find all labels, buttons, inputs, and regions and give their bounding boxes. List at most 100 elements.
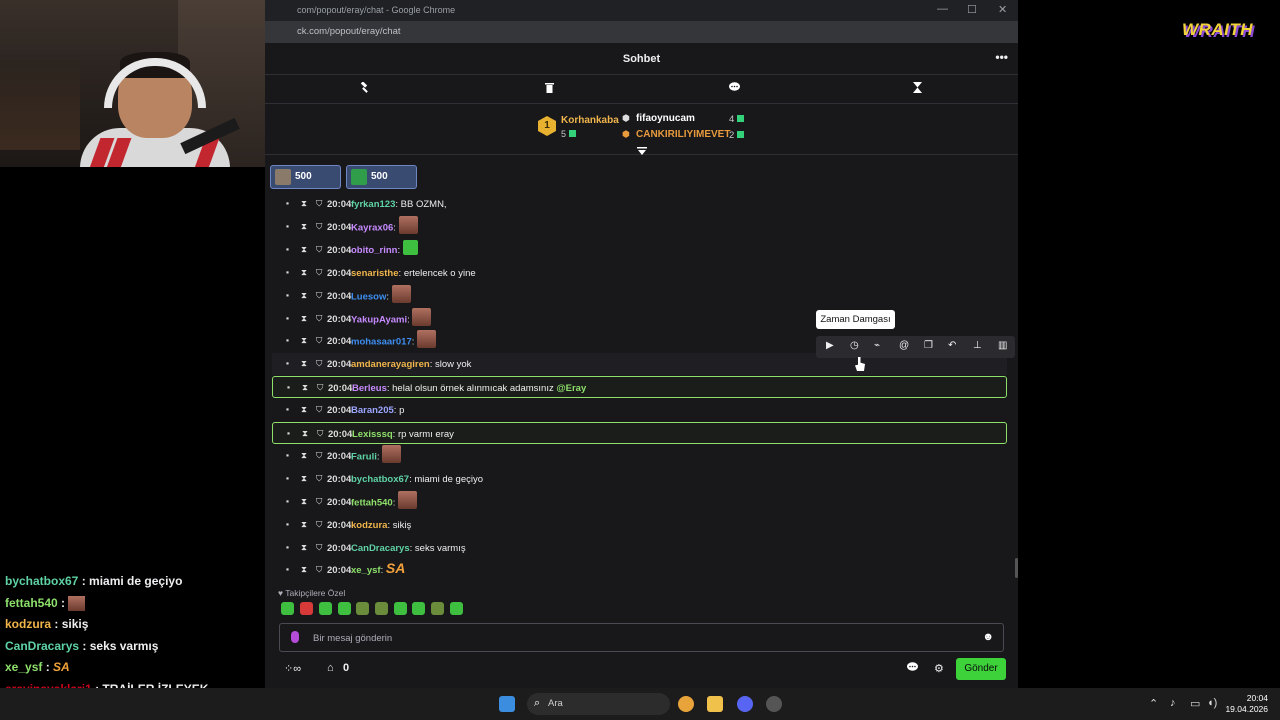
collapse-icon[interactable] bbox=[637, 147, 647, 157]
message-username[interactable]: fyrkan123 bbox=[351, 199, 395, 210]
trash-icon[interactable]: ▪ bbox=[286, 473, 289, 483]
goal-card[interactable]: 500 bbox=[346, 165, 417, 189]
shield-icon[interactable]: ⛉ bbox=[316, 267, 322, 278]
trash-icon[interactable] bbox=[545, 82, 554, 96]
hourglass-icon[interactable]: ⧗ bbox=[301, 450, 307, 461]
shield-icon[interactable]: ⛉ bbox=[316, 244, 322, 255]
hourglass-icon[interactable]: ⧗ bbox=[301, 313, 307, 324]
taskbar-search-text[interactable]: Ara bbox=[548, 698, 563, 709]
settings-gear-icon[interactable]: ⚙ bbox=[934, 662, 944, 675]
shield-icon[interactable]: ⛉ bbox=[316, 496, 322, 507]
goal-card[interactable]: 500 bbox=[270, 165, 341, 189]
leader-second-name[interactable]: fifaoynucam bbox=[636, 113, 695, 124]
emoji-icon[interactable]: ☻ bbox=[982, 631, 994, 643]
hourglass-icon[interactable]: ⧗ bbox=[301, 404, 307, 415]
display-tray-icon[interactable]: ▭ bbox=[1190, 697, 1200, 710]
message-username[interactable]: Lexisssq bbox=[352, 429, 393, 440]
chat-message-row[interactable]: ▪ ⧗ ⛉ 20:04 CanDracarys: seks varmış bbox=[272, 537, 1007, 559]
microphone-icon[interactable] bbox=[291, 631, 299, 643]
shield-icon[interactable]: ⛉ bbox=[316, 335, 322, 346]
leader-third-name[interactable]: CANKIRILIYIMEVET bbox=[636, 129, 730, 140]
chrome-icon[interactable] bbox=[678, 696, 694, 712]
chat-message-row[interactable]: ▪ ⧗ ⛉ 20:04 Faruli: bbox=[272, 444, 1007, 467]
shield-icon[interactable]: ⛉ bbox=[316, 542, 322, 553]
message-username[interactable]: Berleus bbox=[352, 383, 387, 394]
message-username[interactable]: senaristhe bbox=[351, 268, 399, 279]
trash-icon[interactable]: ▪ bbox=[287, 428, 290, 438]
message-username[interactable]: mohasaar017 bbox=[351, 337, 412, 348]
trash-icon[interactable]: ▪ bbox=[286, 198, 289, 208]
pin-icon[interactable]: ⊥ bbox=[973, 340, 982, 351]
clock-icon[interactable]: ◷ bbox=[850, 340, 859, 351]
hourglass-icon[interactable]: ⧗ bbox=[302, 428, 308, 439]
trash-icon[interactable]: ▪ bbox=[286, 290, 289, 300]
trash-icon[interactable]: ▪ bbox=[286, 519, 289, 529]
message-username[interactable]: amdanerayagiren bbox=[351, 359, 430, 370]
chat-message-row[interactable]: ▪ ⧗ ⛉ 20:04 fettah540: bbox=[272, 490, 1007, 513]
trash-icon[interactable]: ▪ bbox=[286, 221, 289, 231]
chat-message-row[interactable]: ▪ ⧗ ⛉ 20:04 Luesow: bbox=[272, 284, 1007, 307]
gavel-icon[interactable] bbox=[360, 81, 371, 96]
taskbar-search[interactable]: ⌕ Ara bbox=[527, 693, 670, 715]
message-mention[interactable]: @Eray bbox=[556, 383, 586, 394]
more-options-button[interactable]: ••• bbox=[995, 50, 1008, 64]
shield-icon[interactable]: ⛉ bbox=[316, 519, 322, 530]
emote-button[interactable] bbox=[281, 602, 294, 615]
shield-icon[interactable]: ⛉ bbox=[316, 450, 322, 461]
chat-bubble-icon[interactable] bbox=[729, 82, 740, 95]
shield-icon[interactable]: ⛉ bbox=[316, 404, 322, 415]
hourglass-icon[interactable]: ⧗ bbox=[301, 244, 307, 255]
address-bar[interactable]: ck.com/popout/eray/chat bbox=[265, 21, 1018, 43]
play-icon[interactable]: ▶ bbox=[826, 340, 834, 351]
hourglass-icon[interactable]: ⧗ bbox=[301, 290, 307, 301]
app-icon[interactable] bbox=[766, 696, 782, 712]
trash-icon[interactable]: ▪ bbox=[286, 496, 289, 506]
message-username[interactable]: Baran205 bbox=[351, 405, 394, 416]
chat-message-row[interactable]: ▪ ⧗ ⛉ 20:04 Kayrax06: bbox=[272, 215, 1007, 238]
chat-message-row[interactable]: ▪ ⧗ ⛉ 20:04 YakupAyami: bbox=[272, 307, 1007, 330]
emote-button[interactable] bbox=[450, 602, 463, 615]
trash-icon[interactable]: ▪ bbox=[287, 382, 290, 392]
message-username[interactable]: xe_ysf bbox=[351, 565, 381, 576]
hourglass-icon[interactable]: ⧗ bbox=[301, 198, 307, 209]
hourglass-icon[interactable]: ⧗ bbox=[301, 542, 307, 553]
trash-icon[interactable]: ▪ bbox=[286, 244, 289, 254]
message-username[interactable]: YakupAyami bbox=[351, 314, 407, 325]
shield-icon[interactable]: ⛉ bbox=[316, 290, 322, 301]
delete-icon[interactable]: ▥ bbox=[998, 340, 1007, 351]
minimize-button[interactable]: — bbox=[937, 3, 948, 15]
hourglass-icon[interactable]: ⧗ bbox=[301, 496, 307, 507]
shield-icon[interactable]: ⛉ bbox=[317, 382, 323, 393]
chat-message-row[interactable]: ▪ ⧗ ⛉ 20:04 senaristhe: ertelencek o yine bbox=[272, 262, 1007, 284]
emote-button[interactable] bbox=[319, 602, 332, 615]
trash-icon[interactable]: ▪ bbox=[286, 267, 289, 277]
hourglass-icon[interactable]: ⧗ bbox=[301, 335, 307, 346]
hourglass-icon[interactable]: ⧗ bbox=[302, 382, 308, 393]
emote-button[interactable] bbox=[375, 602, 388, 615]
chat-message-row[interactable]: ▪ ⧗ ⛉ 20:04 xe_ysf: SA bbox=[272, 559, 1007, 581]
trash-icon[interactable]: ▪ bbox=[286, 450, 289, 460]
chat-message-row[interactable]: ▪ ⧗ ⛉ 20:04 obito_rinn: bbox=[272, 239, 1007, 261]
message-username[interactable]: obito_rinn bbox=[351, 245, 397, 256]
mention-icon[interactable]: @ bbox=[899, 340, 909, 351]
emote-button[interactable] bbox=[356, 602, 369, 615]
leader-first-name[interactable]: Korhankaba bbox=[561, 115, 619, 126]
shield-icon[interactable]: ⛉ bbox=[316, 221, 322, 232]
message-username[interactable]: Luesow bbox=[351, 291, 386, 302]
shield-icon[interactable]: ⛉ bbox=[317, 428, 323, 439]
chat-message-row[interactable]: ▪ ⧗ ⛉ 20:04 bychatbox67: miami de geçiyo bbox=[272, 468, 1007, 490]
shield-icon[interactable]: ⛉ bbox=[316, 198, 322, 209]
trash-icon[interactable]: ▪ bbox=[286, 358, 289, 368]
message-username[interactable]: kodzura bbox=[351, 520, 387, 531]
microphone-tray-icon[interactable]: ♪ bbox=[1170, 697, 1176, 709]
message-username[interactable]: bychatbox67 bbox=[351, 474, 409, 485]
message-username[interactable]: fettah540 bbox=[351, 497, 393, 508]
chat-scrollbar[interactable] bbox=[1015, 558, 1018, 578]
emote-button[interactable] bbox=[300, 602, 313, 615]
system-clock[interactable]: 20:04 19.04.2026 bbox=[1225, 693, 1268, 715]
store-icon[interactable]: ⌂ bbox=[327, 662, 334, 674]
chat-message-row[interactable]: ▪ ⧗ ⛉ 20:04 fyrkan123: BB OZMN, bbox=[272, 193, 1007, 215]
copy-icon[interactable]: ❐ bbox=[924, 340, 933, 351]
hourglass-icon[interactable]: ⧗ bbox=[301, 519, 307, 530]
hourglass-icon[interactable]: ⧗ bbox=[301, 473, 307, 484]
